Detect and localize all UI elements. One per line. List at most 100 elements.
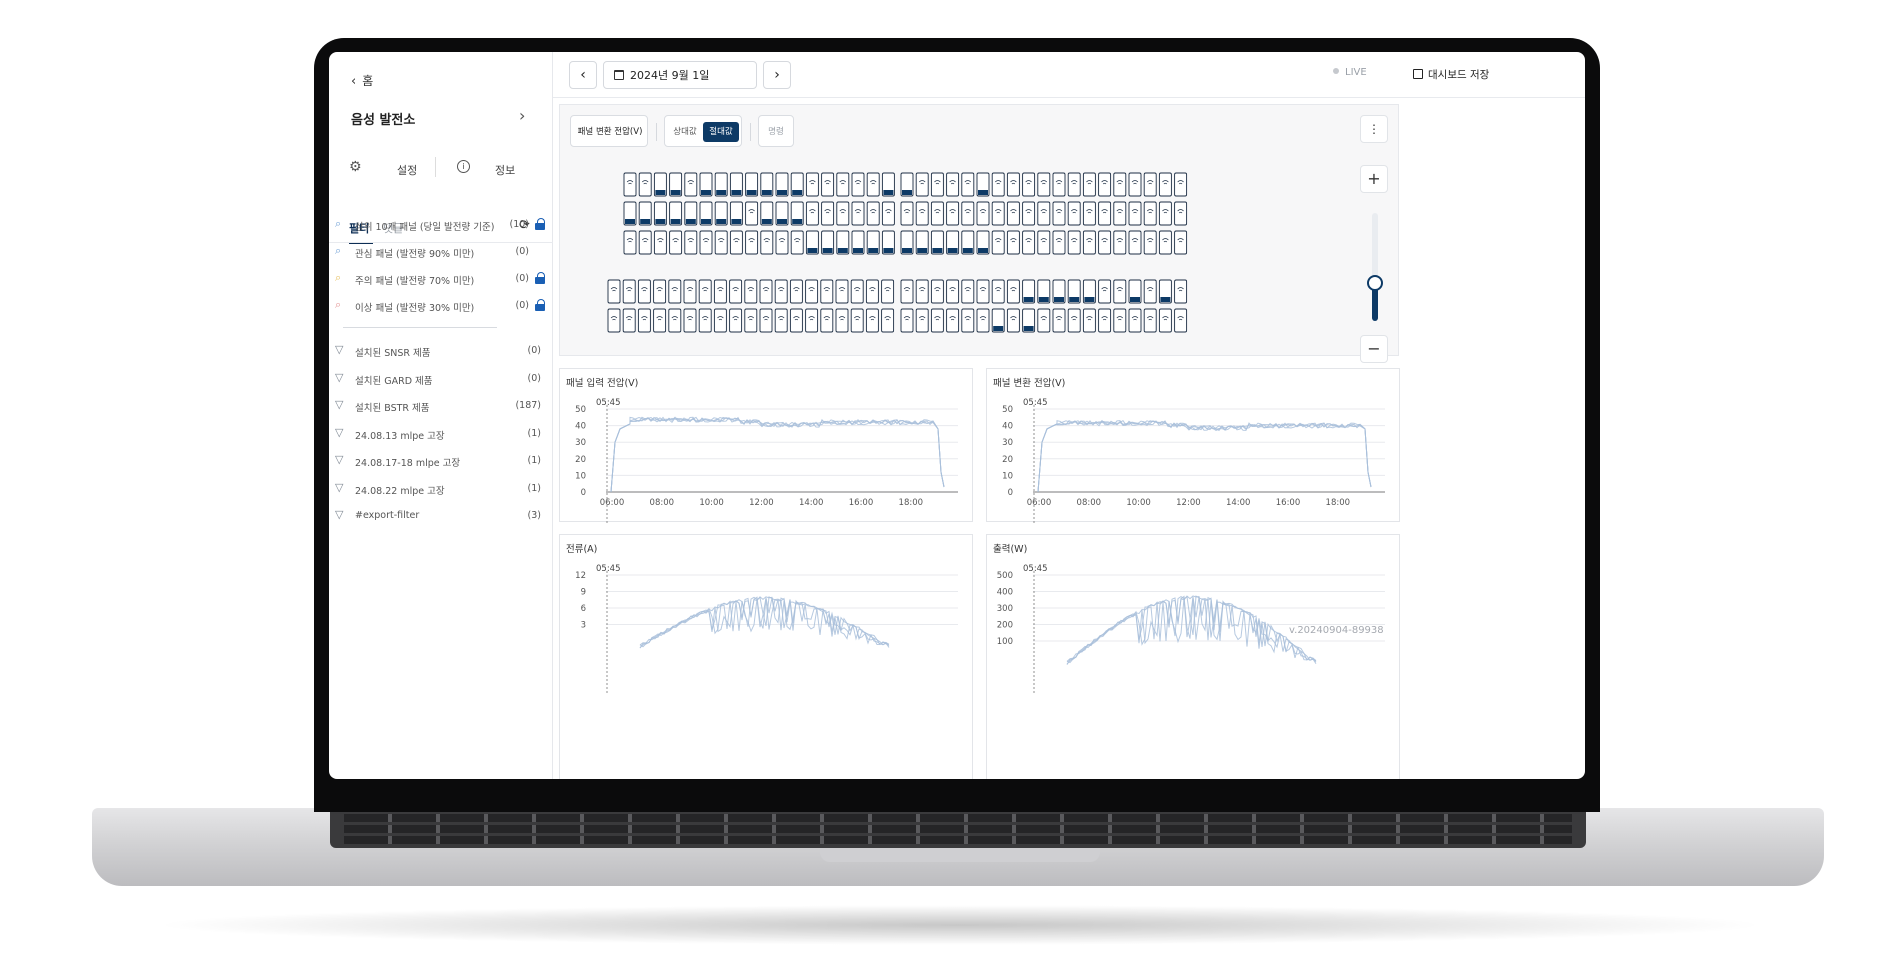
solar-panel[interactable] — [1037, 279, 1051, 304]
solar-panel[interactable] — [900, 201, 914, 226]
solar-panel[interactable] — [714, 230, 728, 255]
solar-panel[interactable] — [684, 230, 698, 255]
solar-panel[interactable] — [789, 279, 803, 304]
tag-filter-item[interactable]: ▽ 24.08.13 mlpe 고장 (1) — [335, 426, 545, 444]
solar-panel[interactable] — [790, 201, 804, 226]
solar-panel[interactable] — [1067, 279, 1081, 304]
solar-panel[interactable] — [699, 172, 713, 197]
solar-panel[interactable] — [915, 172, 929, 197]
solar-panel[interactable] — [835, 279, 849, 304]
solar-panel[interactable] — [638, 172, 652, 197]
info-icon[interactable]: i — [457, 160, 470, 173]
solar-panel[interactable] — [653, 308, 667, 333]
solar-panel[interactable] — [821, 172, 835, 197]
solar-panel[interactable] — [1143, 172, 1157, 197]
solar-panel[interactable] — [1006, 279, 1020, 304]
solar-panel[interactable] — [1082, 172, 1096, 197]
solar-panel[interactable] — [1143, 279, 1157, 304]
solar-panel[interactable] — [991, 308, 1005, 333]
solar-panel[interactable] — [1098, 308, 1112, 333]
solar-panel[interactable] — [915, 230, 929, 255]
solar-panel[interactable] — [1006, 201, 1020, 226]
solar-panel[interactable] — [1082, 308, 1096, 333]
solar-panel[interactable] — [805, 201, 819, 226]
solar-panel[interactable] — [866, 201, 880, 226]
solar-panel[interactable] — [946, 279, 960, 304]
solar-panel[interactable] — [1022, 172, 1036, 197]
solar-panel[interactable] — [866, 230, 880, 255]
solar-panel[interactable] — [976, 201, 990, 226]
solar-panel[interactable] — [653, 172, 667, 197]
solar-panel[interactable] — [930, 201, 944, 226]
solar-panel[interactable] — [1052, 172, 1066, 197]
solar-panel[interactable] — [714, 172, 728, 197]
solar-panel[interactable] — [623, 172, 637, 197]
date-picker[interactable]: 2024년 9월 1일 — [603, 61, 757, 89]
solar-panel[interactable] — [698, 279, 712, 304]
solar-panel[interactable] — [865, 308, 879, 333]
solar-panel[interactable] — [1174, 230, 1188, 255]
solar-panel[interactable] — [1128, 279, 1142, 304]
solar-panel[interactable] — [850, 308, 864, 333]
solar-panel[interactable] — [866, 172, 880, 197]
solar-panel[interactable] — [961, 308, 975, 333]
solar-panel[interactable] — [1067, 172, 1081, 197]
solar-panel[interactable] — [805, 279, 819, 304]
solar-panel[interactable] — [1158, 201, 1172, 226]
solar-panel[interactable] — [991, 279, 1005, 304]
solar-panel[interactable] — [881, 230, 895, 255]
solar-panel[interactable] — [900, 230, 914, 255]
solar-panel[interactable] — [775, 201, 789, 226]
lock-icon[interactable] — [535, 272, 545, 284]
solar-panel[interactable] — [930, 279, 944, 304]
solar-panel[interactable] — [729, 172, 743, 197]
solar-panel[interactable] — [836, 172, 850, 197]
solar-panel[interactable] — [760, 230, 774, 255]
solar-panel[interactable] — [713, 308, 727, 333]
solar-panel[interactable] — [1098, 279, 1112, 304]
solar-panel[interactable] — [900, 279, 914, 304]
solar-panel[interactable] — [774, 279, 788, 304]
solar-panel[interactable] — [1006, 172, 1020, 197]
solar-panel[interactable] — [1113, 172, 1127, 197]
solar-panel[interactable] — [946, 172, 960, 197]
solar-panel[interactable] — [1052, 201, 1066, 226]
solar-panel[interactable] — [1113, 308, 1127, 333]
save-dashboard-button[interactable]: 대시보드 저장 — [1413, 67, 1489, 82]
solar-panel[interactable] — [1052, 279, 1066, 304]
solar-panel[interactable] — [745, 172, 759, 197]
solar-panel[interactable] — [1128, 308, 1142, 333]
tag-filter-item[interactable]: ▽ 설치된 SNSR 제품 (0) — [335, 343, 545, 361]
solar-panel[interactable] — [976, 308, 990, 333]
gear-icon[interactable]: ⚙ — [349, 159, 362, 175]
solar-panel[interactable] — [805, 172, 819, 197]
solar-panel[interactable] — [961, 279, 975, 304]
solar-panel[interactable] — [668, 279, 682, 304]
solar-panel[interactable] — [713, 279, 727, 304]
solar-panel[interactable] — [961, 201, 975, 226]
solar-panel[interactable] — [623, 230, 637, 255]
solar-panel[interactable] — [915, 308, 929, 333]
solar-panel[interactable] — [1113, 201, 1127, 226]
solar-panel[interactable] — [729, 230, 743, 255]
relative-button[interactable]: 상대값 — [669, 122, 701, 142]
solar-panel[interactable] — [790, 172, 804, 197]
solar-panel[interactable] — [851, 172, 865, 197]
solar-panel[interactable] — [991, 172, 1005, 197]
solar-panel[interactable] — [1082, 201, 1096, 226]
solar-panel[interactable] — [961, 230, 975, 255]
filter-item[interactable]: ⌕ 주의 패널 (발전량 70% 미만) (0) — [335, 271, 545, 289]
solar-panel[interactable] — [1022, 230, 1036, 255]
solar-panel[interactable] — [1158, 172, 1172, 197]
solar-panel[interactable] — [1113, 279, 1127, 304]
solar-panel[interactable] — [622, 279, 636, 304]
solar-panel[interactable] — [745, 201, 759, 226]
solar-panel[interactable] — [1174, 308, 1188, 333]
info-link[interactable]: 정보 — [495, 162, 515, 178]
solar-panel[interactable] — [669, 172, 683, 197]
solar-panel[interactable] — [1037, 308, 1051, 333]
solar-panel[interactable] — [1174, 201, 1188, 226]
solar-panel[interactable] — [881, 201, 895, 226]
solar-panel[interactable] — [744, 279, 758, 304]
solar-panel[interactable] — [820, 279, 834, 304]
